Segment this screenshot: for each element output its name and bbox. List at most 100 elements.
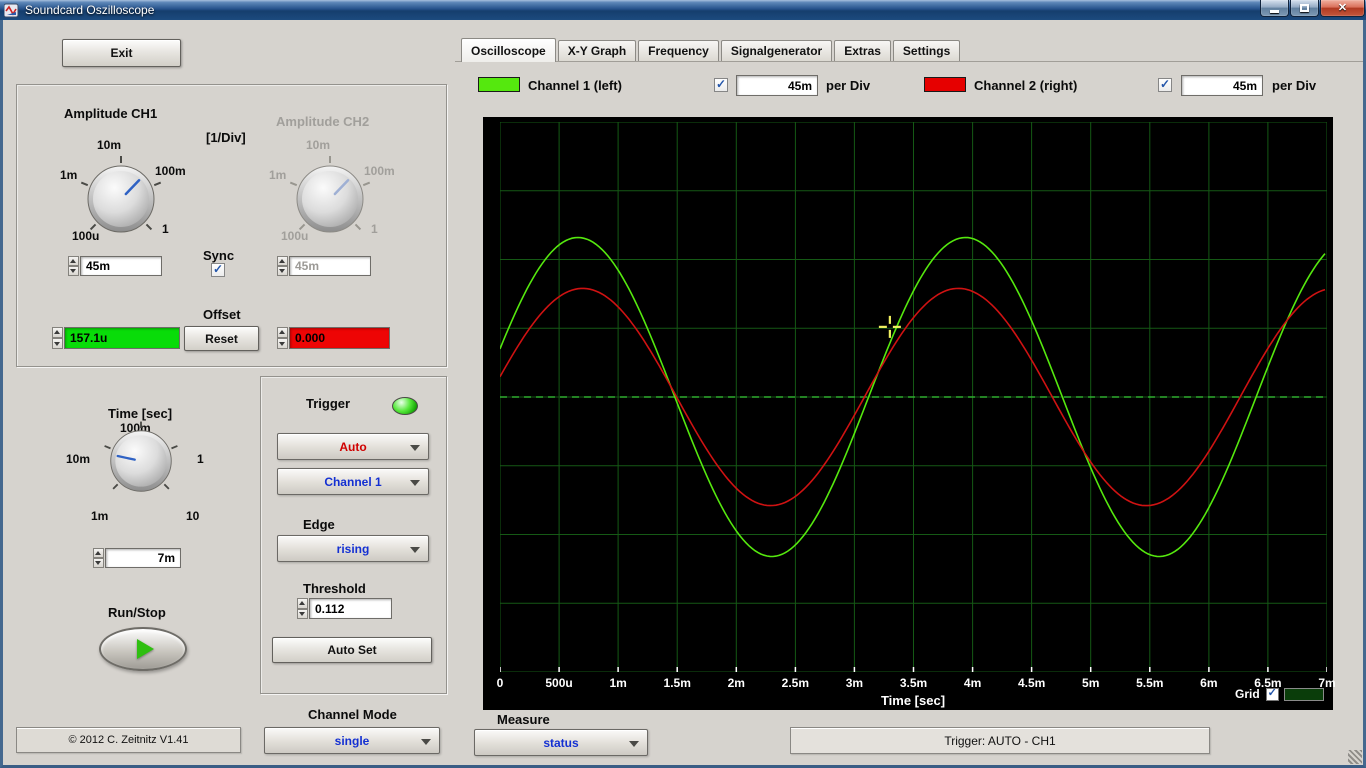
check-icon: ✓	[1267, 687, 1277, 699]
channel2-checkbox[interactable]: ✓	[1158, 78, 1172, 92]
chevron-down-icon	[410, 546, 420, 553]
trigger-led-indicator	[392, 397, 418, 415]
amplitude-ch1-label: Amplitude CH1	[64, 106, 158, 121]
knob-scale-label: 1	[162, 222, 169, 236]
amplitude-ch2-spinner[interactable]	[277, 256, 288, 276]
knob-scale-label: 10m	[97, 138, 122, 152]
chevron-down-icon	[629, 740, 639, 747]
maximize-button[interactable]	[1290, 0, 1319, 17]
trigger-edge-dropdown[interactable]: rising	[277, 535, 429, 562]
titlebar[interactable]: Soundcard Oszilloscope ✕	[0, 0, 1366, 20]
knob-scale-label: 100m	[364, 164, 395, 178]
window-controls: ✕	[1259, 0, 1365, 17]
time-knob[interactable]	[97, 417, 185, 505]
maximize-icon	[1300, 4, 1309, 12]
knob-scale-label: 1m	[91, 509, 109, 523]
x-tick-label: 4m	[963, 676, 982, 690]
trigger-mode-dropdown[interactable]: Auto	[277, 433, 429, 460]
threshold-input[interactable]: 0.112	[309, 598, 392, 619]
knob-scale-label: 1m	[60, 168, 78, 182]
chevron-down-icon	[410, 444, 420, 451]
sync-checkbox[interactable]: ✓	[211, 263, 225, 277]
x-tick-label: 1m	[609, 676, 627, 690]
ch2-offset-value: 0.000	[277, 327, 390, 349]
app-icon[interactable]	[3, 3, 19, 18]
ch2-offset-spinner[interactable]	[277, 327, 288, 349]
trigger-mode-value: Auto	[339, 439, 367, 454]
measure-dropdown[interactable]: status	[474, 729, 648, 756]
amplitude-ch2-value: 45m	[277, 256, 371, 276]
x-tick-label: 0	[496, 676, 504, 690]
x-tick-label: 2m	[727, 676, 745, 690]
grid-color-swatch[interactable]	[1283, 687, 1324, 701]
grid-label: Grid	[1235, 687, 1260, 701]
amplitude-ch1-spinner[interactable]	[68, 256, 79, 276]
x-tick-label: 3m	[845, 676, 864, 690]
ch1-offset-input[interactable]: 157.1u	[64, 327, 180, 349]
trigger-status-bar: Trigger: AUTO - CH1	[790, 727, 1210, 754]
tab-extras[interactable]: Extras	[834, 40, 891, 61]
check-icon: ✓	[715, 77, 727, 91]
channel2-per-div-input[interactable]: 45m	[1181, 75, 1263, 96]
x-tick-label: 6m	[1200, 676, 1218, 690]
amplitude-ch2-label: Amplitude CH2	[276, 114, 370, 129]
knob-scale-label: 1	[197, 452, 204, 466]
time-spinner[interactable]	[93, 548, 104, 568]
trigger-edge-value: rising	[336, 541, 370, 556]
knob-scale-label: 1m	[269, 168, 287, 182]
chevron-down-icon	[421, 738, 431, 745]
channel1-checkbox[interactable]: ✓	[714, 78, 728, 92]
threshold-spinner[interactable]	[297, 598, 308, 619]
trigger-source-value: Channel 1	[324, 474, 382, 489]
channel-mode-dropdown[interactable]: single	[264, 727, 440, 754]
knob-scale-label: 100u	[72, 229, 100, 243]
grid-checkbox[interactable]: ✓	[1265, 687, 1279, 701]
minimize-button[interactable]	[1260, 0, 1289, 17]
tab-x-y-graph[interactable]: X-Y Graph	[557, 40, 637, 61]
play-icon	[136, 639, 154, 659]
check-icon: ✓	[212, 262, 224, 276]
tab-oscilloscope[interactable]: Oscilloscope	[461, 38, 556, 62]
tab-signalgenerator[interactable]: Signalgenerator	[720, 40, 833, 61]
exit-button[interactable]: Exit	[62, 39, 181, 67]
scope-plot[interactable]	[500, 122, 1327, 672]
amplitude-unit-label: [1/Div]	[206, 130, 246, 145]
tab-strip: Oscilloscope X-Y Graph Frequency Signalgene…	[461, 38, 961, 62]
ch1-offset-value: 157.1u	[52, 327, 180, 349]
amplitude-ch2-input[interactable]: 45m	[289, 256, 371, 276]
x-tick-label: 1.5m	[663, 676, 691, 690]
tab-frequency[interactable]: Frequency	[638, 40, 719, 61]
run-stop-button[interactable]	[99, 627, 187, 671]
channel2-color-swatch[interactable]	[924, 77, 966, 92]
amplitude-ch1-input[interactable]: 45m	[80, 256, 162, 276]
reset-button[interactable]: Reset	[184, 326, 259, 351]
channel1-per-div-input[interactable]: 45m	[736, 75, 818, 96]
close-button[interactable]: ✕	[1320, 0, 1365, 17]
run-stop-label: Run/Stop	[108, 605, 166, 620]
close-icon: ✕	[1337, 1, 1348, 14]
time-value: 7m	[93, 548, 181, 568]
chevron-down-icon	[410, 479, 420, 486]
copyright-label: © 2012 C. Zeitnitz V1.41	[16, 727, 241, 753]
channel1-color-swatch[interactable]	[478, 77, 520, 92]
channel-mode-label: Channel Mode	[308, 707, 397, 722]
channel2-label: Channel 2 (right)	[974, 78, 1078, 93]
knob-scale-label: 100u	[281, 229, 309, 243]
offset-label: Offset	[203, 307, 241, 322]
tab-settings[interactable]: Settings	[892, 40, 961, 61]
channel1-per-div-label: per Div	[826, 78, 871, 93]
ch2-offset-input[interactable]: 0.000	[289, 327, 390, 349]
trigger-source-dropdown[interactable]: Channel 1	[277, 468, 429, 495]
oscilloscope-display: 0 500u 1m 1.5m 2m 2.5m 3m 3.5m 4m 4.5m 5m 5.5m 6m 6.5…	[483, 117, 1336, 710]
channel1-label: Channel 1 (left)	[528, 78, 622, 93]
threshold-value: 0.112	[297, 598, 392, 619]
knob-scale-label: 100m	[155, 164, 186, 178]
sync-label: Sync	[203, 248, 235, 263]
amplitude-ch1-value: 45m	[68, 256, 162, 276]
x-tick-label: 5.5m	[1136, 676, 1164, 690]
resize-grip[interactable]	[1348, 750, 1362, 764]
auto-set-button[interactable]: Auto Set	[272, 637, 432, 663]
time-input[interactable]: 7m	[105, 548, 181, 568]
threshold-label: Threshold	[303, 581, 366, 596]
ch1-offset-spinner[interactable]	[52, 327, 63, 349]
